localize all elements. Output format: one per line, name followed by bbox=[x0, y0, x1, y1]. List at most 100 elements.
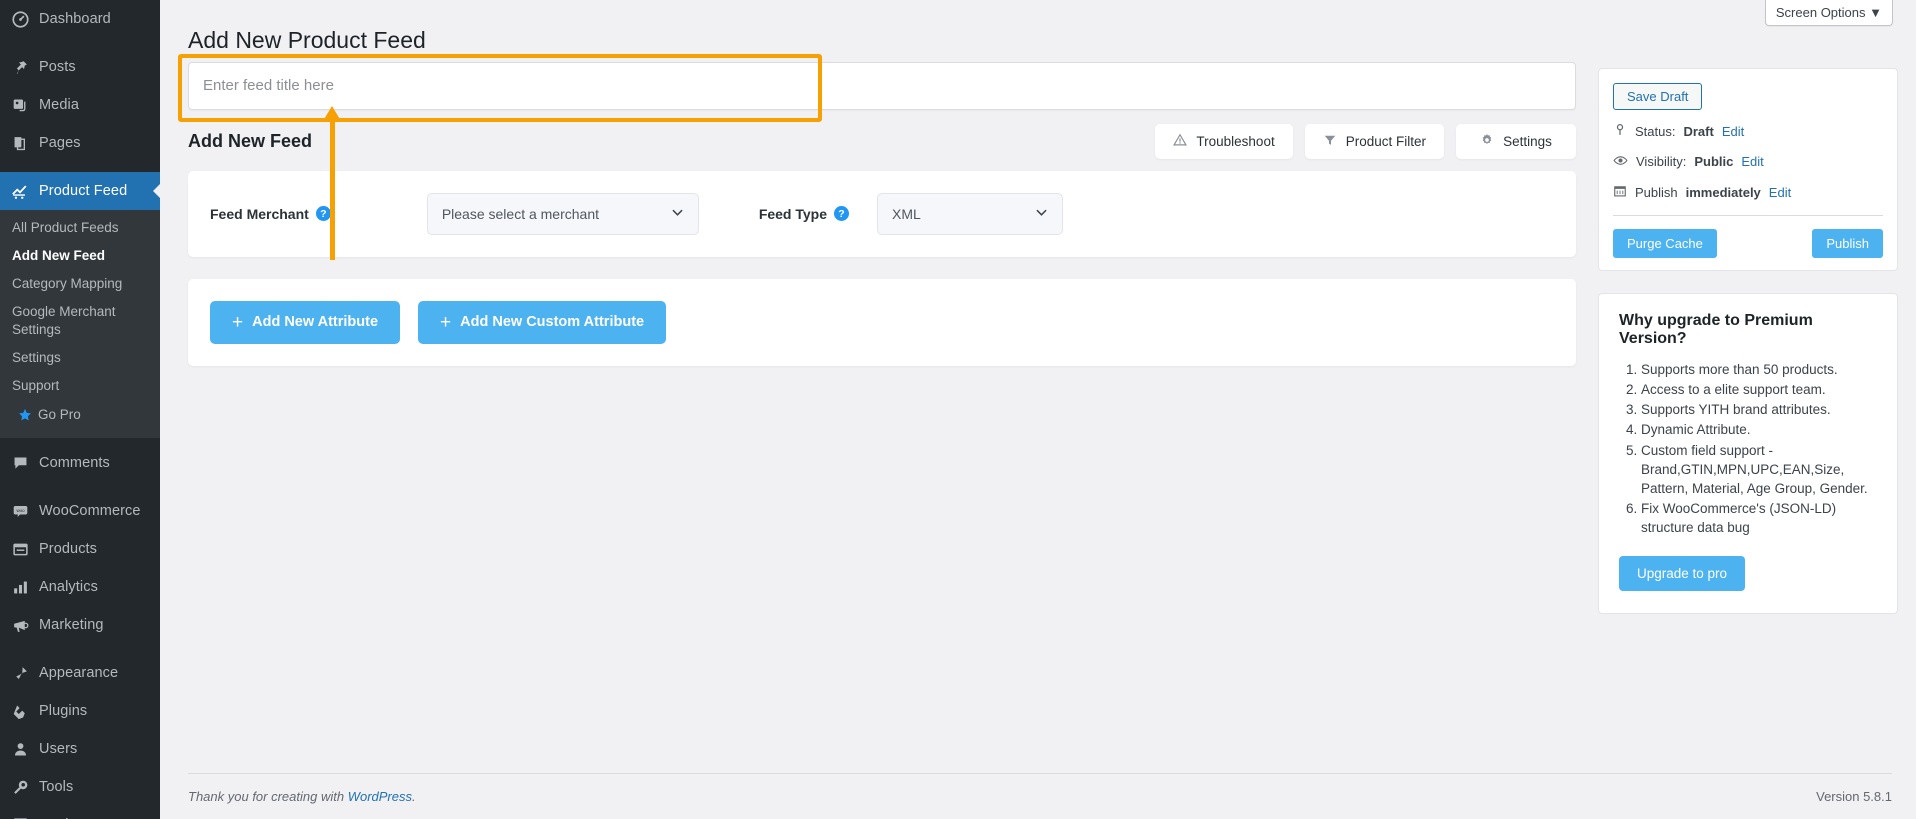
chevron-down-icon: ▼ bbox=[1869, 4, 1882, 20]
visibility-edit-link[interactable]: Edit bbox=[1741, 154, 1763, 169]
sidebar-item-all-product-feeds[interactable]: All Product Feeds bbox=[0, 214, 160, 242]
sidebar-item-pages[interactable]: Pages bbox=[0, 124, 160, 162]
sidebar-item-label: Comments bbox=[39, 455, 110, 471]
screen-options-button[interactable]: Screen Options ▼ bbox=[1764, 0, 1893, 26]
section-title: Add New Feed bbox=[188, 130, 313, 151]
list-item: Supports more than 50 products. bbox=[1641, 360, 1877, 379]
sidebar-item-settings[interactable]: Settings bbox=[0, 806, 160, 819]
add-new-attribute-button[interactable]: + Add New Attribute bbox=[210, 300, 401, 344]
status-edit-link[interactable]: Edit bbox=[1722, 124, 1744, 139]
premium-panel-title: Why upgrade to Premium Version? bbox=[1619, 311, 1813, 347]
plugins-icon bbox=[10, 701, 30, 721]
list-item: Custom field support - Brand,GTIN,MPN,UP… bbox=[1641, 441, 1877, 498]
products-icon bbox=[10, 539, 30, 559]
gear-icon bbox=[1480, 133, 1494, 150]
attributes-card: + Add New Attribute + Add New Custom Att… bbox=[188, 278, 1576, 366]
wordpress-link[interactable]: WordPress bbox=[348, 789, 412, 804]
screen-meta-links: Screen Options ▼ bbox=[178, 0, 1898, 26]
feed-merchant-select[interactable]: Please select a merchant bbox=[426, 192, 699, 235]
sidebar-item-label: Users bbox=[39, 741, 78, 757]
footer-credit: Thank you for creating with WordPress. bbox=[188, 789, 416, 804]
product-filter-button[interactable]: Product Filter bbox=[1304, 123, 1444, 159]
tool-button-label: Product Filter bbox=[1345, 133, 1426, 149]
sidebar-item-label: Products bbox=[39, 541, 98, 557]
publish-edit-link[interactable]: Edit bbox=[1769, 185, 1791, 200]
sidebar-item-appearance[interactable]: Appearance bbox=[0, 654, 160, 692]
funnel-icon bbox=[1323, 133, 1337, 150]
sidebar-item-media[interactable]: Media bbox=[0, 86, 160, 124]
troubleshoot-button[interactable]: Troubleshoot bbox=[1155, 123, 1293, 159]
publish-actions: Purge Cache Publish bbox=[1613, 216, 1883, 258]
feed-merchant-label: Feed Merchant ? bbox=[210, 206, 331, 222]
warning-triangle-icon bbox=[1173, 133, 1188, 150]
sidebar-item-tools[interactable]: Tools bbox=[0, 768, 160, 806]
section-toolbar: Troubleshoot Product Filter Settings bbox=[1155, 123, 1576, 159]
sidebar-item-woocommerce[interactable]: woo WooCommerce bbox=[0, 492, 160, 530]
sidebar-item-support[interactable]: Support bbox=[0, 372, 160, 400]
sidebar-item-analytics[interactable]: Analytics bbox=[0, 568, 160, 606]
publish-button[interactable]: Publish bbox=[1812, 228, 1883, 258]
list-item: Supports YITH brand attributes. bbox=[1641, 400, 1877, 419]
upgrade-to-pro-button[interactable]: Upgrade to pro bbox=[1619, 556, 1746, 592]
submenu-label: Support bbox=[12, 378, 60, 393]
visibility-value: Public bbox=[1694, 154, 1734, 170]
visibility-label: Visibility: bbox=[1636, 154, 1687, 170]
pages-icon bbox=[10, 133, 30, 153]
sidebar-item-label: Appearance bbox=[39, 665, 119, 681]
feed-merchant-selected-value: Please select a merchant bbox=[441, 205, 600, 222]
feed-type-label-text: Feed Type bbox=[758, 205, 828, 222]
publish-value: immediately bbox=[1685, 184, 1761, 200]
save-draft-button[interactable]: Save Draft bbox=[1613, 82, 1703, 110]
sidebar-item-plugins[interactable]: Plugins bbox=[0, 692, 160, 730]
sidebar-divider bbox=[0, 644, 160, 654]
page-title: Add New Product Feed bbox=[188, 27, 426, 53]
sidebar-item-label: Pages bbox=[39, 135, 81, 151]
settings-icon bbox=[10, 815, 30, 819]
sidebar-divider bbox=[0, 162, 160, 172]
help-icon[interactable]: ? bbox=[834, 206, 850, 222]
settings-button[interactable]: Settings bbox=[1456, 123, 1576, 159]
tools-icon bbox=[10, 777, 30, 797]
sidebar-item-add-new-feed[interactable]: Add New Feed bbox=[0, 242, 160, 270]
plus-icon: + bbox=[232, 311, 244, 333]
feed-type-label: Feed Type ? bbox=[758, 205, 850, 222]
annotation-arrow bbox=[323, 105, 341, 260]
primary-column: Add New Feed Troubleshoot Pr bbox=[178, 53, 1576, 366]
feed-title-input[interactable] bbox=[188, 61, 1576, 110]
wordpress-admin-screen: Dashboard Posts Media Pages Product Feed… bbox=[0, 0, 1916, 819]
status-value: Draft bbox=[1683, 123, 1714, 139]
sidebar-item-products[interactable]: Products bbox=[0, 530, 160, 568]
sidebar-item-users[interactable]: Users bbox=[0, 730, 160, 768]
help-icon[interactable]: ? bbox=[315, 206, 331, 222]
sidebar-item-label: Posts bbox=[39, 59, 76, 75]
add-new-custom-attribute-button[interactable]: + Add New Custom Attribute bbox=[418, 300, 667, 344]
sidebar-item-google-merchant-settings[interactable]: Google Merchant Settings bbox=[0, 298, 160, 344]
sidebar-item-label: Media bbox=[39, 97, 79, 113]
sidebar-item-marketing[interactable]: Marketing bbox=[0, 606, 160, 644]
sidebar-item-settings[interactable]: Settings bbox=[0, 344, 160, 372]
list-item: Dynamic Attribute. bbox=[1641, 420, 1877, 439]
publish-label: Publish bbox=[1635, 184, 1678, 200]
screen-options-label: Screen Options bbox=[1775, 4, 1866, 20]
list-item: Fix WooCommerce's (JSON-LD) structure da… bbox=[1641, 499, 1877, 537]
publish-date-row: Publish immediately Edit bbox=[1613, 184, 1883, 201]
sidebar-item-go-pro[interactable]: Go Pro bbox=[0, 400, 160, 430]
feed-type-select[interactable]: XML bbox=[877, 192, 1064, 235]
publish-panel: Save Draft Status: Draft Edit Visibility… bbox=[1598, 67, 1898, 271]
purge-cache-button[interactable]: Purge Cache bbox=[1613, 228, 1717, 258]
sidebar-item-category-mapping[interactable]: Category Mapping bbox=[0, 270, 160, 298]
product-feed-icon bbox=[10, 181, 30, 201]
content-columns: Add New Feed Troubleshoot Pr bbox=[178, 53, 1898, 636]
feed-merchant-label-text: Feed Merchant bbox=[210, 205, 309, 222]
svg-text:woo: woo bbox=[16, 508, 25, 513]
sidebar-item-dashboard[interactable]: Dashboard bbox=[0, 0, 160, 38]
marketing-icon bbox=[10, 615, 30, 635]
comments-icon bbox=[10, 453, 30, 473]
sidebar-item-comments[interactable]: Comments bbox=[0, 444, 160, 482]
sidebar-item-posts[interactable]: Posts bbox=[0, 48, 160, 86]
submenu-label: All Product Feeds bbox=[12, 220, 119, 235]
list-item: Access to a elite support team. bbox=[1641, 380, 1877, 399]
sidebar-item-product-feed[interactable]: Product Feed bbox=[0, 172, 160, 210]
status-row: Status: Draft Edit bbox=[1613, 123, 1883, 140]
add-new-custom-attribute-label: Add New Custom Attribute bbox=[460, 314, 645, 331]
